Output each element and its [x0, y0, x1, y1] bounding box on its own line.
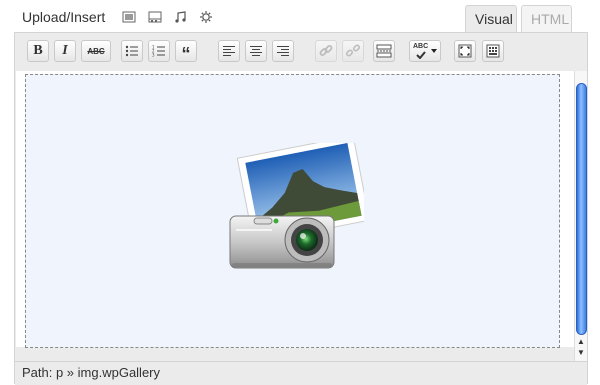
spellcheck-dropdown-icon[interactable] — [431, 49, 437, 53]
scroll-thumb[interactable] — [576, 83, 587, 335]
fullscreen-button[interactable] — [454, 40, 476, 62]
svg-text:3: 3 — [152, 53, 155, 58]
audio-icon[interactable] — [174, 10, 188, 24]
editor-frame: B I ABC 123 “ ABC ▲ ▼ Path: p » img.wpGa… — [14, 32, 588, 385]
bold-button[interactable]: B — [27, 40, 49, 62]
media-icon[interactable] — [199, 10, 213, 24]
editor-content-area[interactable] — [16, 71, 574, 348]
video-icon[interactable] — [148, 10, 162, 24]
bold-icon: B — [33, 43, 43, 58]
scroll-up-arrow-icon[interactable]: ▲ — [577, 337, 585, 346]
gallery-camera-photo-icon[interactable] — [224, 135, 371, 288]
link-icon — [319, 45, 333, 56]
unlink-button[interactable] — [342, 40, 364, 62]
fullscreen-icon — [458, 44, 472, 58]
gallery-placeholder[interactable] — [25, 74, 560, 348]
tab-html[interactable]: HTML — [521, 5, 572, 32]
ordered-list-icon: 123 — [152, 45, 165, 58]
more-tag-icon — [376, 44, 392, 58]
unlink-icon — [346, 44, 360, 57]
align-left-button[interactable] — [218, 40, 240, 62]
unordered-list-button[interactable] — [121, 40, 143, 62]
strikethrough-button[interactable]: ABC — [81, 40, 111, 62]
scroll-down-arrow-icon[interactable]: ▼ — [577, 348, 585, 357]
path-statusbar: Path: p » img.wpGallery — [15, 361, 587, 385]
strikethrough-icon: ABC — [87, 46, 105, 56]
formatting-toolbar: B I ABC 123 “ ABC — [15, 33, 587, 69]
kitchen-sink-icon — [486, 44, 500, 58]
spellcheck-label: ABC — [413, 43, 429, 50]
kitchen-sink-button[interactable] — [482, 40, 504, 62]
italic-button[interactable]: I — [54, 40, 76, 62]
spellcheck-icon: ABC — [413, 43, 428, 59]
spellcheck-button[interactable]: ABC — [409, 40, 441, 62]
path-label: Path: p » img.wpGallery — [22, 365, 161, 380]
align-left-icon — [223, 46, 235, 56]
upload-insert-label: Upload/Insert — [22, 9, 106, 25]
unordered-list-icon — [125, 45, 138, 57]
align-right-icon — [277, 46, 289, 56]
blockquote-icon: “ — [181, 43, 191, 64]
italic-icon: I — [62, 43, 68, 58]
tab-visual[interactable]: Visual — [465, 5, 517, 32]
align-center-button[interactable] — [245, 40, 267, 62]
insert-more-button[interactable] — [373, 40, 395, 62]
image-icon[interactable] — [122, 10, 136, 24]
blockquote-button[interactable]: “ — [175, 40, 197, 64]
top-bar: Upload/Insert Visual HTML — [0, 0, 600, 34]
ordered-list-button[interactable]: 123 — [148, 40, 170, 62]
insert-link-button[interactable] — [315, 40, 337, 62]
vertical-scrollbar[interactable]: ▲ ▼ — [574, 71, 587, 361]
align-right-button[interactable] — [272, 40, 294, 62]
align-center-icon — [250, 46, 262, 56]
